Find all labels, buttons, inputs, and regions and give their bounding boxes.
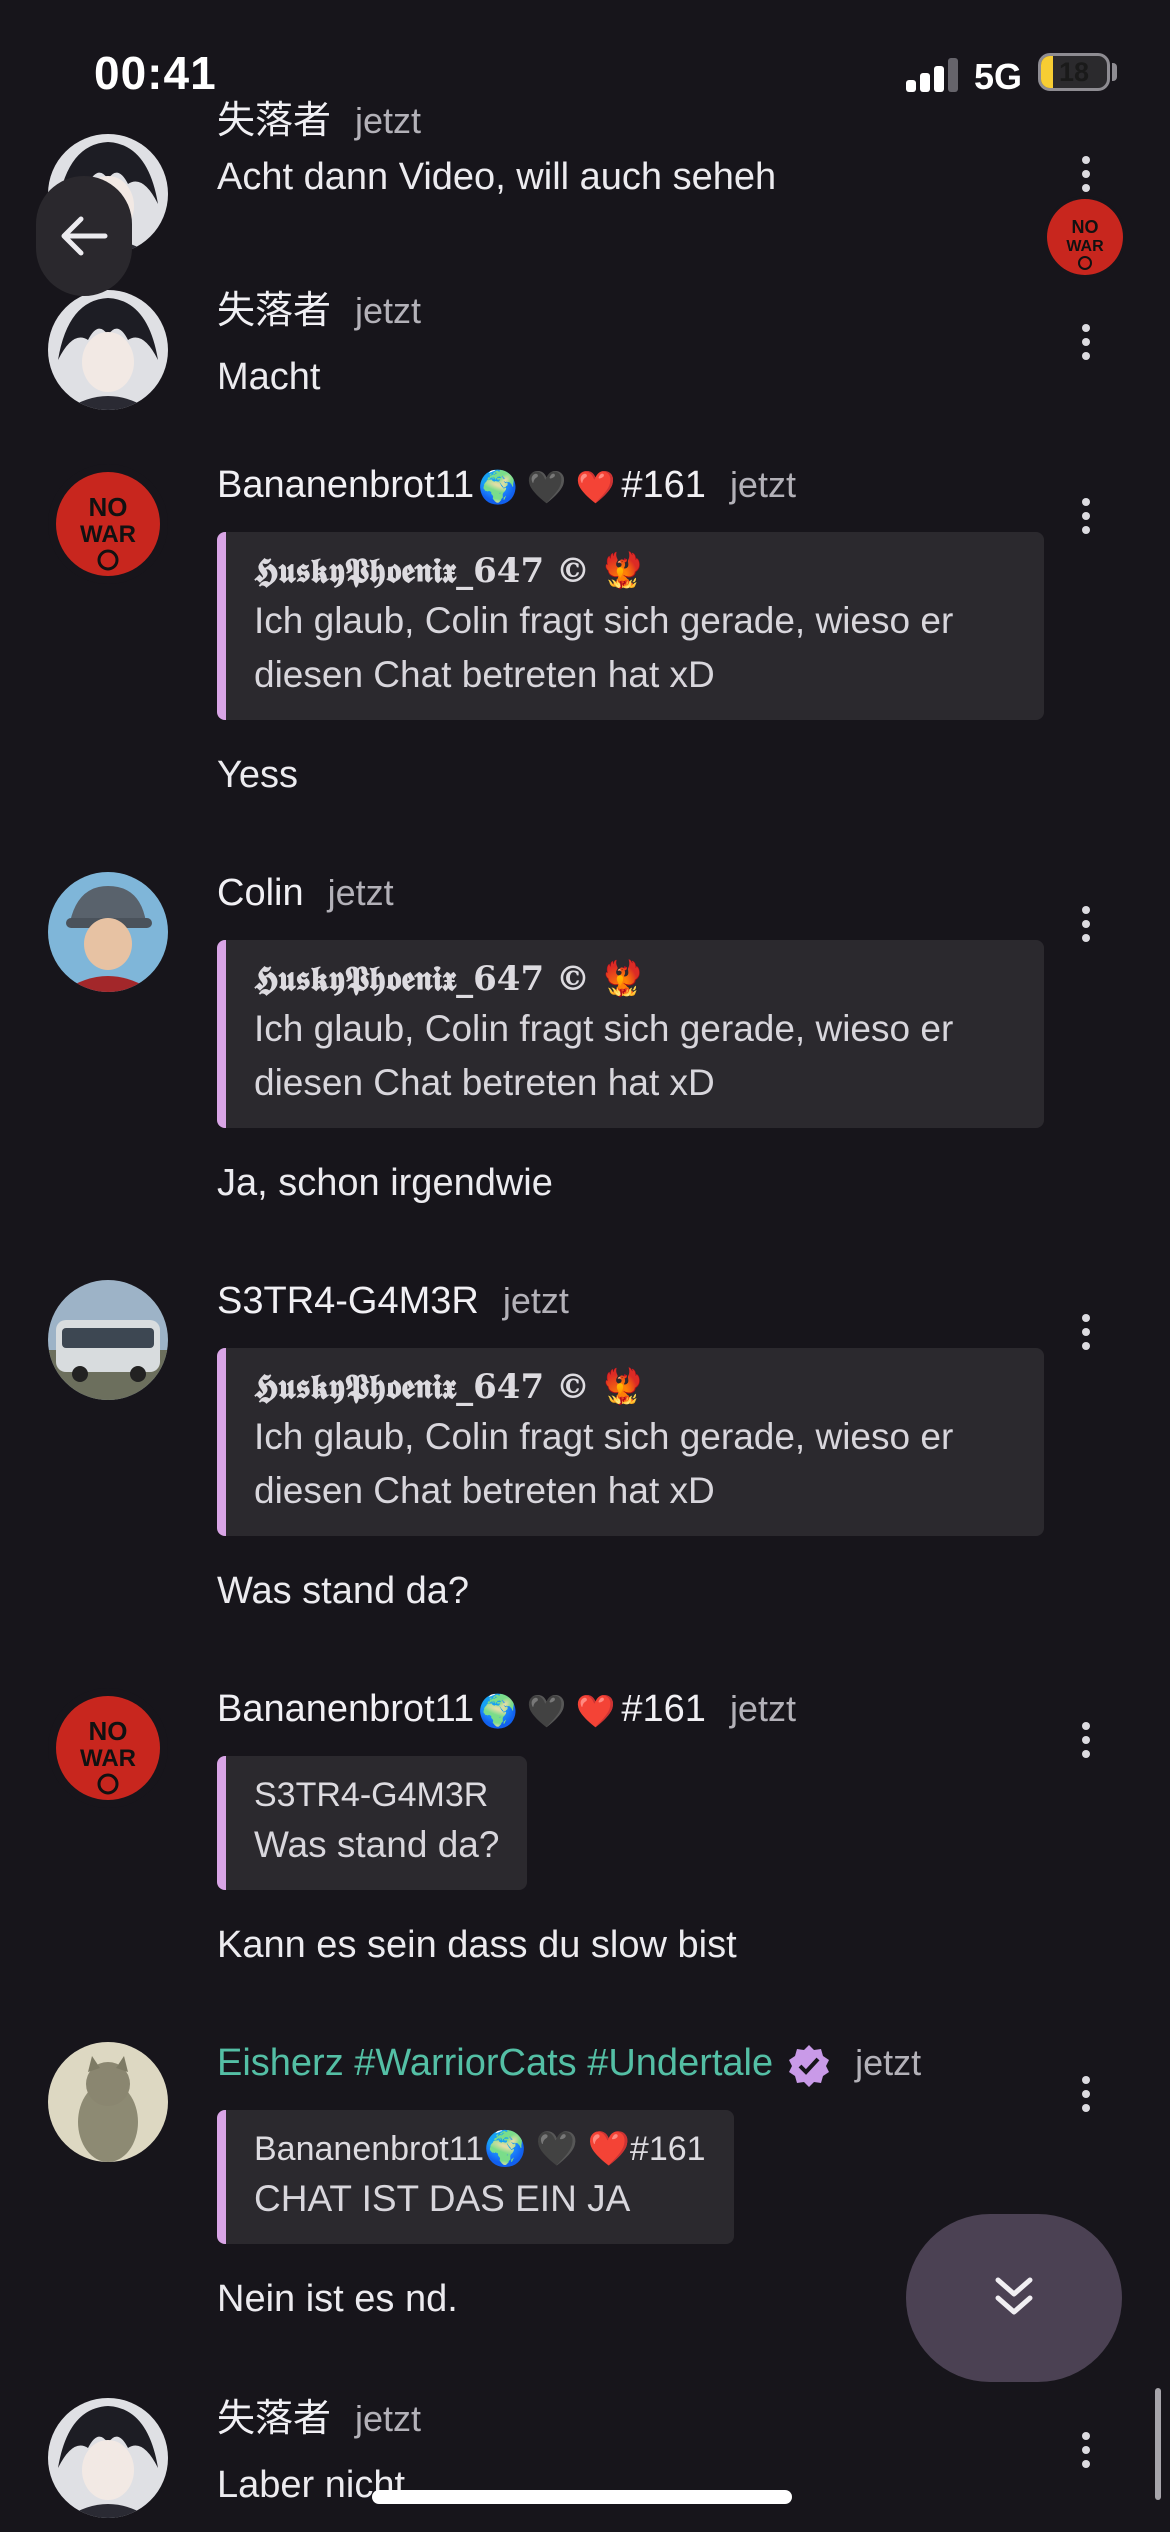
home-indicator[interactable] xyxy=(372,2490,792,2504)
back-button[interactable] xyxy=(36,176,132,296)
chat-feed[interactable]: 失落者 jetzt Acht dann Video, will auch sehe… xyxy=(0,0,1170,2532)
quote-text: Ich glaub, Colin fragt sich gerade, wies… xyxy=(254,1416,954,1511)
author-emojis: 🌍 🖤 ❤️ xyxy=(478,468,616,505)
message-text: Yess xyxy=(217,754,298,796)
message-time: jetzt xyxy=(729,464,796,505)
battery-icon: 18 xyxy=(1038,53,1110,91)
quoted-reply[interactable]: 𝕳𝖚𝖘𝖐𝖞𝕻𝖍𝖔𝖊𝖓𝖎𝖝_647 © 🐦‍🔥 Ich glaub, Colin … xyxy=(217,940,1044,1128)
author-name[interactable]: 失落者 xyxy=(217,290,331,332)
user-avatar[interactable] xyxy=(48,2398,168,2518)
message-time: jetzt xyxy=(355,290,422,331)
quote-text: CHAT IST DAS EIN JA xyxy=(254,2178,631,2219)
author-name[interactable]: Bananenbrot11 xyxy=(217,1688,474,1730)
quote-author: 𝕳𝖚𝖘𝖐𝖞𝕻𝖍𝖔𝖊𝖓𝖎𝖝_647 © 🐦‍🔥 xyxy=(254,551,645,591)
quote-text: Ich glaub, Colin fragt sich gerade, wies… xyxy=(254,600,954,695)
message-menu-button[interactable] xyxy=(1064,2066,1108,2122)
message-menu-button[interactable] xyxy=(1064,2422,1108,2478)
svg-text:WAR: WAR xyxy=(1066,238,1104,255)
status-time: 00:41 xyxy=(94,47,217,99)
quote-author: 𝕳𝖚𝖘𝖐𝖞𝕻𝖍𝖔𝖊𝖓𝖎𝖝_647 © 🐦‍🔥 xyxy=(254,1367,645,1407)
signal-icon xyxy=(906,58,958,92)
network-label: 5G xyxy=(974,56,1023,97)
verified-badge-icon xyxy=(787,2043,831,2087)
message-time: jetzt xyxy=(327,872,394,913)
user-avatar[interactable] xyxy=(48,872,168,992)
status-bar: 00:41 5G 18 xyxy=(0,0,1170,140)
author-name[interactable]: Bananenbrot11 xyxy=(217,464,474,506)
quoted-reply[interactable]: 𝕳𝖚𝖘𝖐𝖞𝕻𝖍𝖔𝖊𝖓𝖎𝖝_647 © 🐦‍🔥 Ich glaub, Colin … xyxy=(217,1348,1044,1536)
user-avatar[interactable]: NO WAR xyxy=(48,1688,168,1808)
scrollbar-thumb[interactable] xyxy=(1155,2388,1161,2500)
message-text: Kann es sein dass du slow bist xyxy=(217,1924,737,1966)
message-time: jetzt xyxy=(502,1280,569,1321)
message-menu-button[interactable] xyxy=(1064,488,1108,544)
author-name[interactable]: 失落者 xyxy=(217,2398,331,2440)
author-name[interactable]: Colin xyxy=(217,872,304,914)
arrow-left-icon xyxy=(61,216,108,256)
chevrons-down-icon xyxy=(995,2277,1033,2315)
quote-author: 𝕳𝖚𝖘𝖐𝖞𝕻𝖍𝖔𝖊𝖓𝖎𝖝_647 © 🐦‍🔥 xyxy=(254,959,645,999)
message-text: Ja, schon irgendwie xyxy=(217,1162,553,1204)
svg-text:WAR: WAR xyxy=(80,1745,136,1772)
quoted-reply[interactable]: S3TR4-G4M3R Was stand da? xyxy=(217,1756,528,1890)
svg-text:NO: NO xyxy=(89,1716,128,1746)
author-name[interactable]: S3TR4-G4M3R xyxy=(217,1280,479,1322)
battery-nub xyxy=(1112,63,1117,81)
svg-text:NO: NO xyxy=(1072,217,1099,237)
battery-level: 18 xyxy=(1058,57,1090,87)
message-time: jetzt xyxy=(355,2398,422,2439)
message-text: Macht xyxy=(217,356,321,398)
quote-author: Bananenbrot11🌍 🖤 ❤️#161 xyxy=(254,2130,706,2168)
message-time: jetzt xyxy=(729,1688,796,1729)
message-menu-button[interactable] xyxy=(1064,1712,1108,1768)
quoted-reply[interactable]: 𝕳𝖚𝖘𝖐𝖞𝕻𝖍𝖔𝖊𝖓𝖎𝖝_647 © 🐦‍🔥 Ich glaub, Colin … xyxy=(217,532,1044,720)
message-menu-button[interactable] xyxy=(1064,314,1108,370)
message-text: Acht dann Video, will auch seheh xyxy=(217,156,777,198)
message-menu-button[interactable] xyxy=(1064,1304,1108,1360)
message-menu-button[interactable] xyxy=(1064,896,1108,952)
message-menu-button[interactable] xyxy=(1064,146,1108,202)
user-avatar[interactable]: NO WAR xyxy=(48,464,168,584)
message-text: Was stand da? xyxy=(217,1570,470,1612)
quote-text: Ich glaub, Colin fragt sich gerade, wies… xyxy=(254,1008,954,1103)
author-emojis: 🌍 🖤 ❤️ xyxy=(478,1692,616,1729)
author-tag: #161 xyxy=(621,464,706,506)
message-time: jetzt xyxy=(855,2042,922,2083)
quoted-reply[interactable]: Bananenbrot11🌍 🖤 ❤️#161 CHAT IST DAS EIN… xyxy=(217,2110,734,2244)
svg-text:WAR: WAR xyxy=(80,521,136,548)
author-name[interactable]: Eisherz #WarriorCats #Undertale xyxy=(217,2042,773,2084)
svg-text:NO: NO xyxy=(89,492,128,522)
scroll-to-bottom-button[interactable] xyxy=(906,2214,1122,2382)
user-avatar[interactable] xyxy=(48,290,168,410)
quote-author: S3TR4-G4M3R xyxy=(254,1776,489,1814)
quote-text: Was stand da? xyxy=(254,1824,500,1865)
user-avatar[interactable] xyxy=(48,1280,168,1400)
floating-user-avatar[interactable]: NO WAR xyxy=(1044,196,1126,278)
author-tag: #161 xyxy=(621,1688,706,1730)
user-avatar[interactable] xyxy=(48,2042,168,2162)
